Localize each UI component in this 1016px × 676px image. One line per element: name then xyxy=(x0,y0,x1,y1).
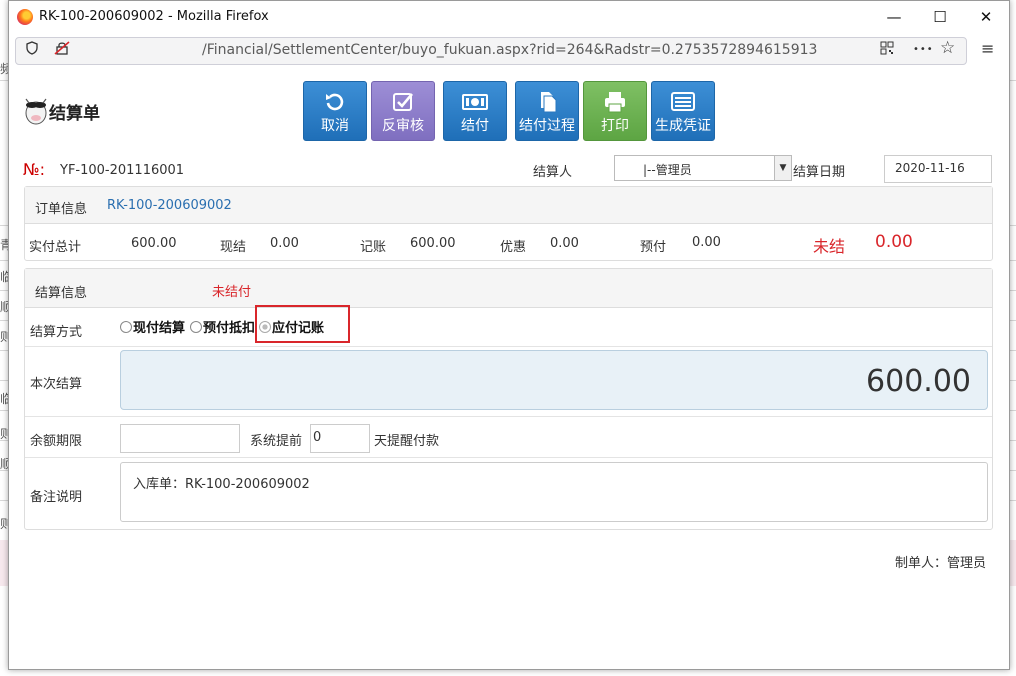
radio-label: 现付结算 xyxy=(133,321,186,336)
cancel-button[interactable]: 取消 xyxy=(303,81,367,141)
this-settle-label: 本次结算 xyxy=(30,377,83,392)
money-icon xyxy=(444,91,506,115)
radio-dot[interactable] xyxy=(190,321,202,333)
order-number-link[interactable]: RK-100-200609002 xyxy=(107,198,232,213)
generate-voucher-button-label: 生成凭证 xyxy=(655,118,711,134)
order-info-header: 订单信息 RK-100-200609002 xyxy=(25,187,992,224)
remark-label: 备注说明 xyxy=(30,490,83,505)
highlight-box xyxy=(255,305,350,343)
settler-select-value: |--管理员 xyxy=(643,163,692,177)
prepay-label: 预付 xyxy=(640,240,667,255)
unsettled-label: 未结 xyxy=(813,237,846,256)
cash-value: 0.00 xyxy=(270,236,299,251)
account-value: 600.00 xyxy=(410,236,456,251)
unreview-button[interactable]: 反审核 xyxy=(371,81,435,141)
discount-value: 0.00 xyxy=(550,236,579,251)
settle-button-label: 结付 xyxy=(461,118,489,134)
printer-icon xyxy=(584,91,646,115)
settle-date-input[interactable]: 2020-11-16 xyxy=(884,155,992,183)
unreview-button-label: 反审核 xyxy=(382,118,424,134)
maker-info: 制单人：管理员 xyxy=(895,556,987,571)
insecure-connection-icon[interactable] xyxy=(54,41,70,59)
settlement-info-panel: 结算信息 未结付 结算方式 现付结算 预付抵扣 应付记账 本次结算 600.00… xyxy=(24,268,993,530)
title-bar: RK-100-200609002 - Mozilla Firefox — ☐ ✕ xyxy=(9,1,1009,33)
unsettled-value: 0.00 xyxy=(875,232,913,252)
page-content: 结算单 取消 反审核 结付 结付过程 打印 生成凭证 №: YF-100-201… xyxy=(9,71,1009,669)
url-text[interactable]: /Financial/SettlementCenter/buyo_fukuan.… xyxy=(202,42,817,58)
radio-label: 预付抵扣 xyxy=(203,321,256,336)
print-button[interactable]: 打印 xyxy=(583,81,647,141)
settlement-status: 未结付 xyxy=(212,285,252,300)
settle-button[interactable]: 结付 xyxy=(443,81,507,141)
page-title: 结算单 xyxy=(49,104,100,124)
close-button[interactable]: ✕ xyxy=(963,1,1009,33)
maximize-button[interactable]: ☐ xyxy=(917,1,963,33)
radio-cash-settle[interactable]: 现付结算 xyxy=(120,317,185,336)
doc-number: YF-100-201116001 xyxy=(60,163,185,178)
popup-window: RK-100-200609002 - Mozilla Firefox — ☐ ✕… xyxy=(8,0,1010,670)
settle-process-button[interactable]: 结付过程 xyxy=(515,81,579,141)
doc-number-label: №: xyxy=(23,160,46,179)
copy-document-icon xyxy=(516,91,578,115)
settle-method-label: 结算方式 xyxy=(30,325,83,340)
window-title: RK-100-200609002 - Mozilla Firefox xyxy=(39,9,269,24)
remind-prefix: 系统提前 xyxy=(250,434,303,449)
radio-prepay-deduct[interactable]: 预付抵扣 xyxy=(190,317,255,336)
prepay-input[interactable]: 0.00 xyxy=(690,231,790,255)
undo-icon xyxy=(304,91,366,115)
print-button-label: 打印 xyxy=(601,118,629,134)
settlement-info-label: 结算信息 xyxy=(35,286,88,301)
settle-date-label: 结算日期 xyxy=(793,165,846,180)
cancel-button-label: 取消 xyxy=(321,118,349,134)
firefox-logo-icon xyxy=(17,9,33,25)
remark-textarea[interactable]: 入库单：RK-100-200609002 xyxy=(120,462,988,522)
generate-voucher-button[interactable]: 生成凭证 xyxy=(651,81,715,141)
this-settle-amount[interactable]: 600.00 xyxy=(120,350,988,410)
settlement-info-header: 结算信息 未结付 xyxy=(25,269,992,308)
minimize-button[interactable]: — xyxy=(871,1,917,33)
radio-dot[interactable] xyxy=(120,321,132,333)
qr-code-icon[interactable] xyxy=(880,41,894,59)
total-paid-label: 实付总计 xyxy=(29,240,82,255)
more-actions-icon[interactable]: ••• xyxy=(913,44,934,55)
address-bar[interactable]: /Financial/SettlementCenter/buyo_fukuan.… xyxy=(15,37,967,65)
remind-days-input[interactable]: 0 xyxy=(310,424,370,453)
order-info-label: 订单信息 xyxy=(35,202,88,217)
settler-select[interactable]: |--管理员 ▼ xyxy=(614,155,792,181)
cow-logo-icon xyxy=(23,91,49,125)
hamburger-menu-icon[interactable]: ≡ xyxy=(981,39,994,58)
order-info-panel: 订单信息 RK-100-200609002 实付总计 600.00 现结 0.0… xyxy=(24,186,993,261)
settle-process-button-label: 结付过程 xyxy=(519,118,575,134)
chevron-down-icon[interactable]: ▼ xyxy=(774,156,791,180)
balance-term-input[interactable] xyxy=(120,424,240,453)
list-card-icon xyxy=(652,91,714,115)
cash-label: 现结 xyxy=(220,240,247,255)
total-paid-value: 600.00 xyxy=(131,236,177,251)
discount-label: 优惠 xyxy=(500,240,527,255)
bookmark-star-icon[interactable]: ☆ xyxy=(940,38,955,58)
settler-label: 结算人 xyxy=(533,165,573,180)
shield-icon[interactable] xyxy=(25,41,39,59)
check-square-icon xyxy=(372,91,434,115)
account-label: 记账 xyxy=(360,240,387,255)
balance-term-label: 余额期限 xyxy=(30,434,83,449)
remind-suffix: 天提醒付款 xyxy=(374,434,440,449)
